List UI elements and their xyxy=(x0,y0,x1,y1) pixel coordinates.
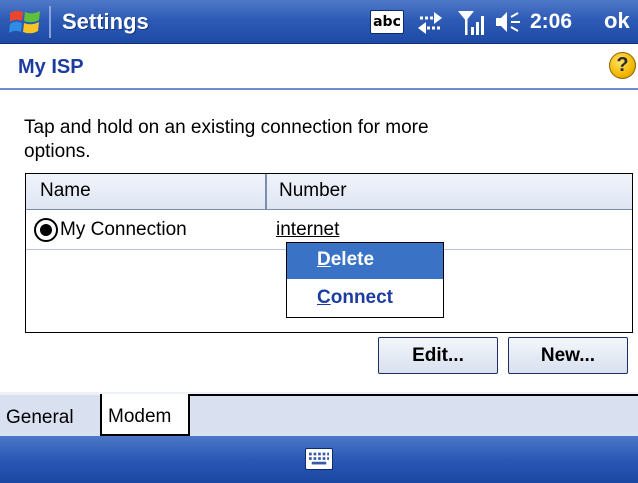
edit-button[interactable]: Edit... xyxy=(378,337,498,374)
new-button[interactable]: New... xyxy=(508,337,628,374)
speaker-icon[interactable] xyxy=(494,9,524,35)
menu-item-connect[interactable]: Connect xyxy=(287,281,443,317)
tab-modem[interactable]: Modem xyxy=(100,394,190,436)
windows-flag-icon[interactable] xyxy=(8,6,42,38)
menu-bar xyxy=(0,436,638,483)
sync-arrows-icon[interactable] xyxy=(416,9,444,35)
column-header-number[interactable]: Number xyxy=(269,174,629,209)
ok-button[interactable]: ok xyxy=(604,8,630,34)
menu-item-delete[interactable]: Delete xyxy=(287,243,443,279)
tab-general[interactable]: General xyxy=(0,400,100,436)
title-separator xyxy=(49,6,51,38)
title-bar: Settings abc 2:06 ok xyxy=(0,0,638,44)
keyboard-icon[interactable] xyxy=(305,448,333,470)
app-title: Settings xyxy=(62,9,149,34)
default-connection-radio[interactable] xyxy=(34,218,58,242)
connection-name: My Connection xyxy=(60,219,187,240)
column-header-name[interactable]: Name xyxy=(26,174,267,209)
page-title: My ISP xyxy=(18,56,84,78)
instructions-text: Tap and hold on an existing connection f… xyxy=(24,117,429,162)
clock[interactable]: 2:06 xyxy=(530,10,572,34)
connection-number: internet xyxy=(276,219,340,240)
list-header: Name Number xyxy=(26,174,632,210)
signal-strength-icon[interactable] xyxy=(456,7,486,37)
help-icon[interactable]: ? xyxy=(609,52,636,79)
header-divider xyxy=(0,88,638,90)
input-method-icon[interactable]: abc xyxy=(370,10,404,34)
tab-strip-divider xyxy=(190,394,638,396)
context-menu: Delete Connect xyxy=(286,242,444,318)
